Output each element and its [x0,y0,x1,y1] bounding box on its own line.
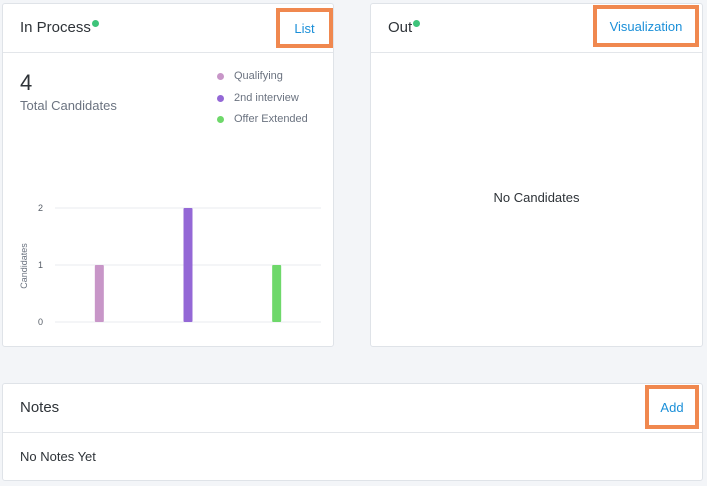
legend-label-2nd-interview: 2nd interview [234,92,299,104]
in-process-title-wrap: In Process [20,19,99,36]
y-axis-label: Candidates [19,243,29,289]
out-title: Out [388,19,413,36]
legend-dot-2nd-interview [217,95,224,102]
notes-card: Notes Add No Notes Yet [2,383,703,481]
chart-y-ticks: 0 1 2 [38,203,43,327]
legend-dot-qualifying [217,73,224,80]
notes-title: Notes [20,399,60,416]
out-empty-state: No Candidates [493,190,580,205]
visualization-button[interactable]: Visualization [593,5,699,47]
candidates-bar-chart: Candidates 0 1 2 [19,203,321,327]
legend-label-qualifying: Qualifying [234,70,283,82]
in-process-card: In Process List 4 Total Candidates Quali… [2,3,334,347]
status-dot-icon [413,20,421,27]
bar-offer-extended [272,265,282,322]
legend-dot-offer-extended [217,116,224,123]
add-note-button[interactable]: Add [645,385,699,429]
total-count-label: Total Candidates [20,98,117,113]
in-process-title: In Process [20,19,91,36]
y-tick-label: 0 [38,317,43,327]
y-tick-label: 1 [38,260,43,270]
status-dot-icon [91,20,99,27]
list-button-label: List [294,20,315,36]
visualization-button-label: Visualization [609,18,683,34]
notes-header: Notes Add [3,384,702,433]
in-process-header: In Process List [3,4,333,53]
out-title-wrap: Out [388,19,421,36]
out-card: Out Visualization No Candidates [370,3,703,347]
notes-empty-state: No Notes Yet [20,449,96,464]
list-button[interactable]: List [276,8,333,48]
add-note-button-label: Add [660,399,684,415]
bar-qualifying [94,265,104,322]
total-count: 4 [20,70,33,95]
legend-label-offer-extended: Offer Extended [234,113,308,125]
bar-2nd-interview [183,208,193,322]
out-header: Out Visualization [371,4,702,53]
y-tick-label: 2 [38,203,43,213]
